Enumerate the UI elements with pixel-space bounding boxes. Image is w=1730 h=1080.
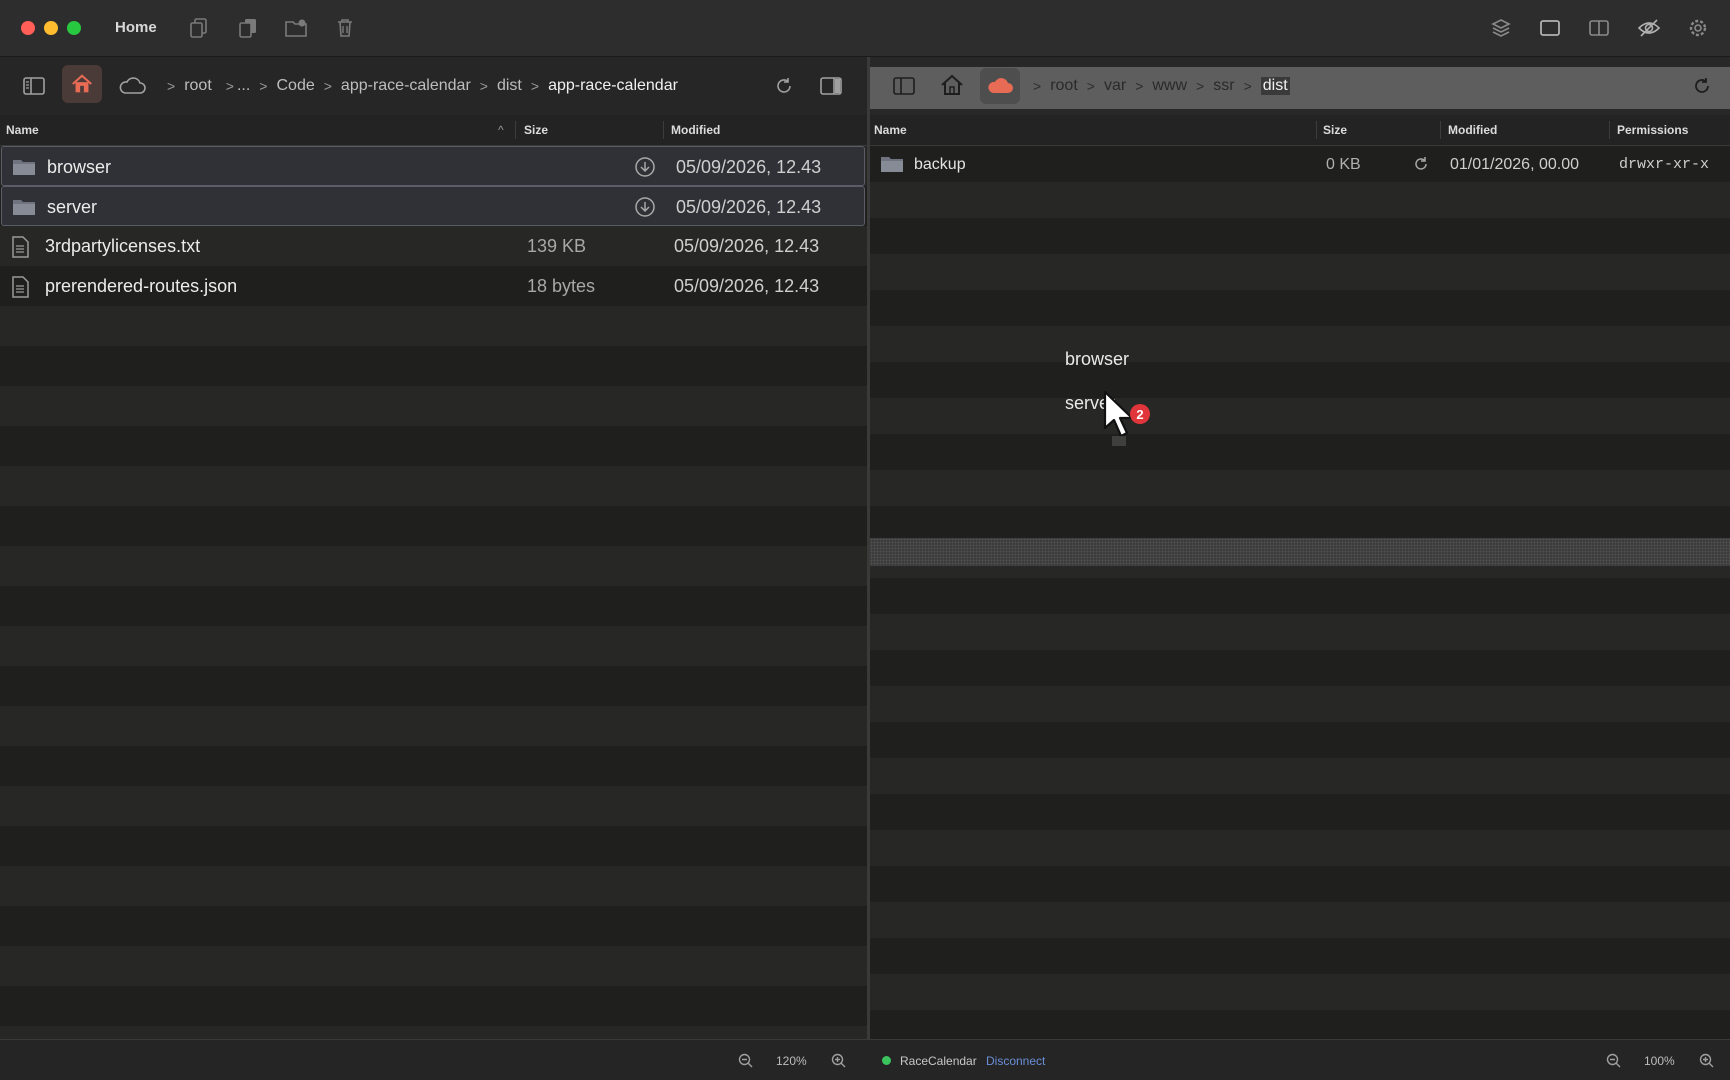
column-permissions[interactable]: Permissions bbox=[1617, 123, 1688, 137]
left-zoom-level: 120% bbox=[776, 1054, 807, 1068]
breadcrumb-current[interactable]: app-race-calendar bbox=[548, 77, 678, 95]
title-bar: Home bbox=[0, 0, 1730, 57]
cloud-icon[interactable] bbox=[117, 74, 147, 98]
zoom-out-icon[interactable] bbox=[738, 1053, 754, 1072]
maximize-window-button[interactable] bbox=[67, 21, 81, 35]
local-pane: > root > ... > Code > app-race-calendar … bbox=[0, 57, 867, 1039]
breadcrumb-item[interactable]: Code bbox=[276, 77, 314, 95]
file-modified: 05/09/2026, 12.43 bbox=[674, 236, 820, 256]
cloud-icon bbox=[985, 74, 1015, 98]
refresh-icon[interactable] bbox=[1690, 74, 1714, 98]
sidebar-toggle-icon[interactable] bbox=[22, 74, 46, 98]
zoom-out-icon[interactable] bbox=[1606, 1053, 1622, 1072]
file-modified: 01/01/2026, 00.00 bbox=[1450, 156, 1580, 173]
folder-icon bbox=[12, 197, 36, 222]
disconnect-link[interactable]: Disconnect bbox=[986, 1054, 1045, 1068]
minimize-window-button[interactable] bbox=[44, 21, 58, 35]
local-toolbar: > root > ... > Code > app-race-calendar … bbox=[0, 57, 867, 115]
file-modified: 05/09/2026, 12.43 bbox=[676, 157, 822, 177]
drag-count-badge: 2 bbox=[1130, 404, 1150, 424]
inspector-toggle-icon[interactable] bbox=[819, 74, 843, 98]
folder-icon bbox=[880, 154, 904, 179]
breadcrumb-item[interactable]: dist bbox=[497, 77, 522, 95]
refresh-icon[interactable] bbox=[772, 74, 796, 98]
file-permissions: drwxr-xr-x bbox=[1619, 156, 1710, 173]
column-name[interactable]: Name bbox=[6, 123, 39, 137]
file-modified: 05/09/2026, 12.43 bbox=[676, 197, 822, 217]
drag-cursor-icon bbox=[1103, 390, 1137, 453]
breadcrumb-item[interactable]: app-race-calendar bbox=[341, 77, 471, 95]
column-name[interactable]: Name bbox=[874, 123, 907, 137]
local-column-header: Name ^ Size Modified bbox=[0, 115, 867, 146]
breadcrumb-item[interactable]: root bbox=[1050, 77, 1078, 95]
column-size[interactable]: Size bbox=[524, 123, 548, 137]
document-icon bbox=[10, 236, 30, 263]
connection-name: RaceCalendar bbox=[900, 1054, 977, 1068]
status-bar: 120% RaceCalendar Disconnect 100% bbox=[0, 1039, 1730, 1080]
file-modified: 05/09/2026, 12.43 bbox=[674, 276, 820, 296]
single-pane-icon[interactable] bbox=[1538, 16, 1562, 40]
zoom-in-icon[interactable] bbox=[1699, 1053, 1715, 1072]
document-icon bbox=[10, 276, 30, 303]
drag-preview-label: browser bbox=[1065, 349, 1130, 369]
remote-breadcrumb: > root > var > www > ssr > dist bbox=[1033, 77, 1290, 95]
breadcrumb-item[interactable]: www bbox=[1152, 77, 1187, 95]
file-row[interactable]: 3rdpartylicenses.txt 139 KB 05/09/2026, … bbox=[0, 226, 867, 266]
folder-icon bbox=[12, 157, 36, 182]
remote-column-header: Name Size Modified Permissions bbox=[870, 115, 1730, 146]
file-size: 18 bytes bbox=[527, 276, 596, 296]
duplicate-icon[interactable] bbox=[236, 16, 260, 40]
file-size: 139 KB bbox=[527, 236, 587, 256]
file-name: 3rdpartylicenses.txt bbox=[45, 236, 201, 256]
breadcrumb-item[interactable]: root bbox=[184, 77, 212, 95]
breadcrumb-item[interactable]: var bbox=[1104, 77, 1126, 95]
column-modified[interactable]: Modified bbox=[671, 123, 720, 137]
file-row[interactable]: prerendered-routes.json 18 bytes 05/09/2… bbox=[0, 266, 867, 306]
sort-ascending-icon[interactable]: ^ bbox=[498, 123, 504, 137]
column-size[interactable]: Size bbox=[1323, 123, 1347, 137]
sidebar-toggle-icon[interactable] bbox=[892, 74, 916, 98]
zoom-in-icon[interactable] bbox=[831, 1053, 847, 1072]
copy-icon[interactable] bbox=[187, 16, 211, 40]
local-file-list: browser 05/09/2026, 12.43 server 05/09/2… bbox=[0, 146, 867, 1039]
remote-pane: Name Size Modified Permissions backup 0 … bbox=[870, 57, 1730, 1039]
breadcrumb-current[interactable]: dist bbox=[1260, 77, 1290, 95]
remote-file-list bbox=[870, 146, 1730, 1039]
home-icon bbox=[70, 71, 94, 97]
sync-icon[interactable] bbox=[1412, 155, 1430, 178]
settings-gear-icon[interactable] bbox=[1686, 16, 1710, 40]
file-name: prerendered-routes.json bbox=[45, 276, 238, 296]
hidden-files-icon[interactable] bbox=[1637, 16, 1661, 40]
file-row[interactable]: browser 05/09/2026, 12.43 bbox=[1, 146, 865, 186]
breadcrumb-item[interactable]: ssr bbox=[1213, 77, 1234, 95]
trash-icon[interactable] bbox=[333, 16, 357, 40]
column-modified[interactable]: Modified bbox=[1448, 123, 1497, 137]
layers-icon[interactable] bbox=[1489, 16, 1513, 40]
connection-status-indicator bbox=[882, 1056, 891, 1065]
window-title: Home bbox=[115, 19, 157, 36]
download-icon[interactable] bbox=[634, 156, 656, 183]
close-window-button[interactable] bbox=[21, 21, 35, 35]
drop-target-highlight[interactable] bbox=[870, 538, 1730, 566]
breadcrumb-item[interactable]: ... bbox=[237, 77, 250, 95]
local-breadcrumb: > root > ... > Code > app-race-calendar … bbox=[167, 77, 678, 95]
file-name: backup bbox=[914, 156, 966, 173]
new-folder-icon[interactable] bbox=[284, 16, 308, 40]
right-zoom-level: 100% bbox=[1644, 1054, 1675, 1068]
file-row[interactable]: server 05/09/2026, 12.43 bbox=[1, 186, 865, 226]
file-row[interactable]: backup 0 KB 01/01/2026, 00.00 drwxr-xr-x bbox=[870, 146, 1730, 182]
file-name: browser bbox=[47, 157, 112, 177]
home-icon[interactable] bbox=[938, 72, 966, 98]
file-size: 0 KB bbox=[1326, 156, 1361, 173]
download-icon[interactable] bbox=[634, 196, 656, 223]
file-name: server bbox=[47, 197, 98, 217]
split-pane-icon[interactable] bbox=[1587, 16, 1611, 40]
